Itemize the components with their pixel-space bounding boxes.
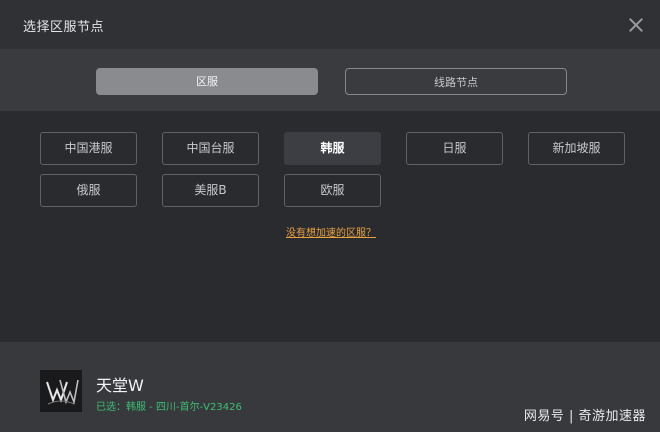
region-select-dialog: 选择区服节点 区服 线路节点 中国港服 中国台服 韩服 日服 新加坡服 俄服 美… — [0, 0, 660, 432]
tab-bar: 区服 线路节点 — [0, 50, 660, 112]
selected-game-footer: 天堂W 已选：韩服 - 四川-首尔-V23426 网易号 | 奇游加速器 — [0, 342, 660, 432]
game-logo — [40, 370, 82, 412]
region-button-hk[interactable]: 中国港服 — [40, 132, 137, 165]
game-name: 天堂W — [96, 376, 144, 395]
region-button-sg[interactable]: 新加坡服 — [528, 132, 625, 165]
region-button-tw[interactable]: 中国台服 — [162, 132, 259, 165]
region-button-us-b[interactable]: 美服B — [162, 174, 259, 207]
region-grid: 中国港服 中国台服 韩服 日服 新加坡服 俄服 美服B 欧服 没有想加速的区服？ — [0, 112, 660, 342]
watermark-text: 网易号 | 奇游加速器 — [523, 409, 646, 424]
dialog-title: 选择区服节点 — [23, 20, 105, 35]
region-button-kr[interactable]: 韩服 — [284, 132, 381, 165]
tab-route-node[interactable]: 线路节点 — [345, 68, 567, 95]
region-button-jp[interactable]: 日服 — [406, 132, 503, 165]
tab-region[interactable]: 区服 — [96, 68, 318, 95]
selected-node-text: 已选：韩服 - 四川-首尔-V23426 — [96, 402, 242, 413]
region-button-eu[interactable]: 欧服 — [284, 174, 381, 207]
missing-region-link[interactable]: 没有想加速的区服？ — [286, 224, 376, 239]
region-button-ru[interactable]: 俄服 — [40, 174, 137, 207]
title-bar: 选择区服节点 — [0, 0, 660, 50]
close-icon[interactable] — [626, 15, 646, 35]
